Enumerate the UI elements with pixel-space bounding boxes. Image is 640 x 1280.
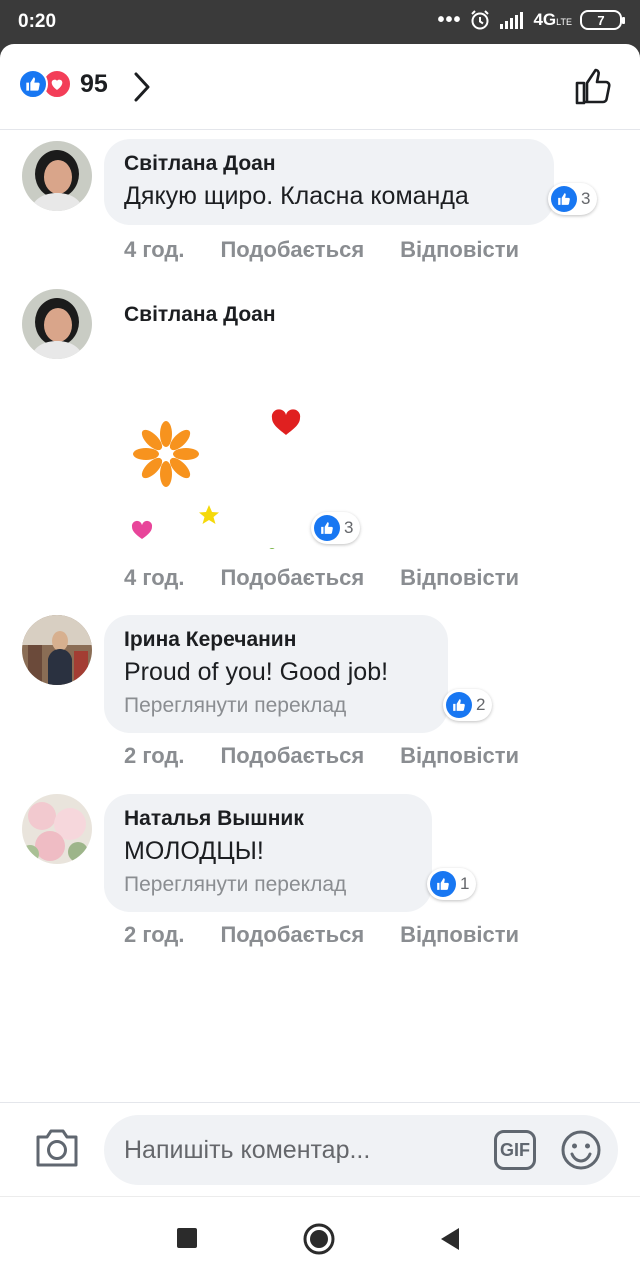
thumbs-up-outline-icon[interactable] — [574, 66, 614, 106]
like-icon — [430, 871, 456, 897]
gif-icon[interactable]: GIF — [494, 1130, 536, 1170]
comment-bubble[interactable]: Світлана Доан Дякую щиро. Класна команда — [104, 139, 554, 225]
see-translation-link[interactable]: Переглянути переклад — [124, 870, 412, 900]
like-icon — [18, 69, 48, 99]
back-triangle-icon[interactable] — [439, 1227, 461, 1251]
comment-bubble[interactable]: Наталья Вышник МОЛОДЦЫ! Переглянути пере… — [104, 794, 432, 912]
comment-author[interactable]: Ірина Керечанин — [124, 627, 428, 653]
comment-actions: 2 год. Подобається Відповісти — [124, 743, 555, 769]
comment-text: Proud of you! Good job! — [124, 658, 389, 686]
comment-actions: 4 год. Подобається Відповісти — [124, 237, 555, 263]
reactions-summary[interactable]: 95 — [18, 69, 108, 99]
camera-icon[interactable] — [34, 1127, 80, 1169]
circle-nav-icon[interactable] — [303, 1223, 335, 1255]
like-icon — [446, 692, 472, 718]
comment-text: Дякую щиро. Класна команда — [124, 182, 469, 210]
flowers-hearts-sticker — [131, 409, 301, 549]
comment-actions: 2 год. Подобається Відповісти — [124, 922, 555, 948]
like-icon — [551, 186, 577, 212]
like-button[interactable]: Подобається — [220, 237, 364, 263]
chevron-right-icon[interactable] — [132, 71, 152, 103]
system-nav-bar — [0, 1196, 640, 1280]
comment-like-count[interactable]: 3 — [548, 183, 598, 215]
avatar[interactable] — [22, 289, 92, 359]
see-translation-link[interactable]: Переглянути переклад — [124, 691, 428, 721]
comment-text: МОЛОДЦЫ! — [124, 837, 264, 865]
comment-time[interactable]: 2 год. — [124, 922, 184, 948]
comment-author[interactable]: Світлана Доан — [124, 303, 276, 327]
comment-like-count[interactable]: 3 — [311, 512, 361, 544]
avatar[interactable] — [22, 615, 92, 685]
comment-author[interactable]: Наталья Вышник — [124, 806, 412, 832]
comment-like-count[interactable]: 1 — [427, 868, 477, 900]
battery-icon: 7 — [580, 10, 625, 30]
signal-icon — [500, 12, 524, 29]
comment-like-count[interactable]: 2 — [443, 689, 493, 721]
like-button[interactable]: Подобається — [220, 743, 364, 769]
square-nav-icon[interactable] — [176, 1227, 198, 1249]
comments-sheet: 95 Світлана Доан Дякую щиро. Класна кома… — [0, 44, 640, 1196]
comment-actions: 4 год. Подобається Відповісти — [124, 565, 555, 591]
more-notifications-icon: ••• — [437, 9, 462, 31]
comment-input-box: GIF — [104, 1115, 618, 1185]
like-icon — [314, 515, 340, 541]
status-icons: ••• 4GLTE 7 — [437, 9, 625, 31]
comment-time[interactable]: 2 год. — [124, 743, 184, 769]
comments-header: 95 — [0, 44, 640, 130]
comment-composer: GIF — [0, 1102, 640, 1196]
alarm-icon — [471, 10, 490, 30]
reply-button[interactable]: Відповісти — [400, 237, 519, 263]
status-bar: 0:20 ••• 4GLTE 7 — [0, 0, 640, 44]
comment-time[interactable]: 4 год. — [124, 565, 184, 591]
comment-bubble[interactable]: Ірина Керечанин Proud of you! Good job! … — [104, 615, 448, 733]
comment-time[interactable]: 4 год. — [124, 237, 184, 263]
like-button[interactable]: Подобається — [220, 565, 364, 591]
comment-author[interactable]: Світлана Доан — [124, 151, 534, 177]
reply-button[interactable]: Відповісти — [400, 743, 519, 769]
avatar[interactable] — [22, 141, 92, 211]
comment-input[interactable] — [124, 1115, 484, 1185]
reaction-count: 95 — [80, 69, 108, 98]
status-time: 0:20 — [18, 11, 57, 32]
smiley-icon[interactable] — [560, 1129, 602, 1171]
reply-button[interactable]: Відповісти — [400, 922, 519, 948]
reply-button[interactable]: Відповісти — [400, 565, 519, 591]
like-button[interactable]: Подобається — [220, 922, 364, 948]
avatar[interactable] — [22, 794, 92, 864]
network-type: 4GLTE — [533, 10, 572, 29]
